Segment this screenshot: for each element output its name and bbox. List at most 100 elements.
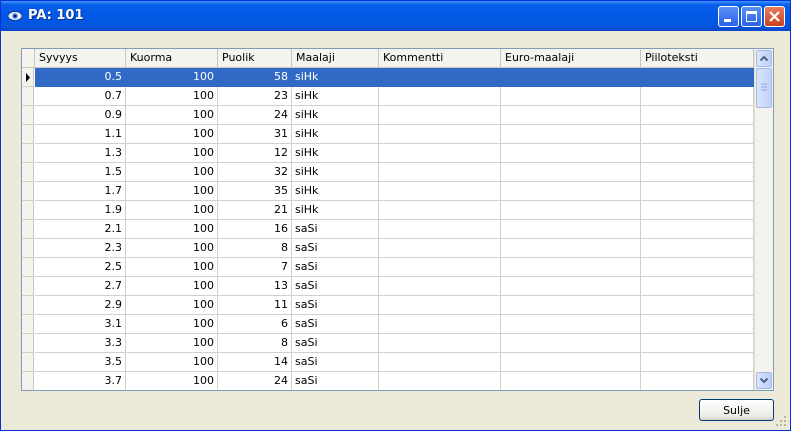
cell-maalaji[interactable]: saSi: [292, 277, 379, 296]
cell-kommentti[interactable]: [379, 277, 501, 296]
row-header[interactable]: [22, 334, 34, 353]
cell-euro-maalaji[interactable]: [501, 68, 641, 87]
cell-kuorma[interactable]: 100: [126, 258, 218, 277]
cell-kuorma[interactable]: 100: [126, 125, 218, 144]
cell-piiloteksti[interactable]: [641, 87, 754, 106]
row-header[interactable]: [22, 68, 34, 87]
column-header-syvyys[interactable]: Syvyys: [35, 49, 126, 67]
cell-kuorma[interactable]: 100: [126, 87, 218, 106]
cell-piiloteksti[interactable]: [641, 296, 754, 315]
cell-maalaji[interactable]: saSi: [292, 315, 379, 334]
cell-maalaji[interactable]: siHk: [292, 106, 379, 125]
cell-kommentti[interactable]: [379, 87, 501, 106]
cell-kommentti[interactable]: [379, 372, 501, 390]
cell-puolik[interactable]: 23: [218, 87, 292, 106]
cell-puolik[interactable]: 35: [218, 182, 292, 201]
cell-kuorma[interactable]: 100: [126, 296, 218, 315]
cell-maalaji[interactable]: saSi: [292, 296, 379, 315]
cell-maalaji[interactable]: saSi: [292, 334, 379, 353]
cell-puolik[interactable]: 12: [218, 144, 292, 163]
table-row[interactable]: 2.1 100 16 saSi: [22, 220, 754, 239]
cell-piiloteksti[interactable]: [641, 125, 754, 144]
cell-kuorma[interactable]: 100: [126, 68, 218, 87]
cell-euro-maalaji[interactable]: [501, 182, 641, 201]
cell-maalaji[interactable]: siHk: [292, 201, 379, 220]
cell-syvyys[interactable]: 3.3: [35, 334, 126, 353]
cell-syvyys[interactable]: 1.9: [35, 201, 126, 220]
row-header[interactable]: [22, 277, 34, 296]
scroll-thumb[interactable]: [756, 68, 772, 108]
data-grid[interactable]: Syvyys Kuorma Puolik Maalaji Kommentti E…: [21, 48, 774, 391]
cell-piiloteksti[interactable]: [641, 220, 754, 239]
table-row[interactable]: 3.3 100 8 saSi: [22, 334, 754, 353]
cell-kommentti[interactable]: [379, 334, 501, 353]
minimize-button[interactable]: [718, 6, 739, 27]
cell-maalaji[interactable]: saSi: [292, 258, 379, 277]
cell-euro-maalaji[interactable]: [501, 106, 641, 125]
cell-maalaji[interactable]: siHk: [292, 182, 379, 201]
eye-icon[interactable]: [7, 9, 23, 23]
row-header[interactable]: [22, 315, 34, 334]
close-window-button[interactable]: [764, 6, 785, 27]
cell-euro-maalaji[interactable]: [501, 125, 641, 144]
cell-kommentti[interactable]: [379, 220, 501, 239]
cell-puolik[interactable]: 24: [218, 372, 292, 390]
cell-syvyys[interactable]: 2.9: [35, 296, 126, 315]
cell-puolik[interactable]: 16: [218, 220, 292, 239]
row-header[interactable]: [22, 258, 34, 277]
vertical-scrollbar[interactable]: [754, 49, 773, 390]
cell-puolik[interactable]: 13: [218, 277, 292, 296]
table-row[interactable]: 0.7 100 23 siHk: [22, 87, 754, 106]
cell-euro-maalaji[interactable]: [501, 353, 641, 372]
cell-euro-maalaji[interactable]: [501, 277, 641, 296]
cell-kuorma[interactable]: 100: [126, 315, 218, 334]
cell-euro-maalaji[interactable]: [501, 315, 641, 334]
table-row[interactable]: 1.1 100 31 siHk: [22, 125, 754, 144]
cell-maalaji[interactable]: saSi: [292, 372, 379, 390]
cell-piiloteksti[interactable]: [641, 182, 754, 201]
cell-kommentti[interactable]: [379, 106, 501, 125]
cell-piiloteksti[interactable]: [641, 201, 754, 220]
cell-piiloteksti[interactable]: [641, 144, 754, 163]
resize-grip-icon[interactable]: [775, 415, 787, 427]
cell-piiloteksti[interactable]: [641, 353, 754, 372]
cell-kuorma[interactable]: 100: [126, 182, 218, 201]
maximize-button[interactable]: [741, 6, 762, 27]
cell-puolik[interactable]: 31: [218, 125, 292, 144]
row-header[interactable]: [22, 144, 34, 163]
column-header-kommentti[interactable]: Kommentti: [379, 49, 501, 67]
cell-syvyys[interactable]: 2.7: [35, 277, 126, 296]
cell-kommentti[interactable]: [379, 163, 501, 182]
cell-kommentti[interactable]: [379, 296, 501, 315]
cell-syvyys[interactable]: 0.9: [35, 106, 126, 125]
cell-kuorma[interactable]: 100: [126, 277, 218, 296]
table-row[interactable]: 2.7 100 13 saSi: [22, 277, 754, 296]
cell-kuorma[interactable]: 100: [126, 372, 218, 390]
table-row[interactable]: 3.5 100 14 saSi: [22, 353, 754, 372]
cell-puolik[interactable]: 32: [218, 163, 292, 182]
cell-piiloteksti[interactable]: [641, 163, 754, 182]
row-header[interactable]: [22, 353, 34, 372]
cell-syvyys[interactable]: 1.7: [35, 182, 126, 201]
cell-piiloteksti[interactable]: [641, 315, 754, 334]
scroll-down-button[interactable]: [756, 372, 772, 389]
cell-kuorma[interactable]: 100: [126, 106, 218, 125]
cell-syvyys[interactable]: 1.3: [35, 144, 126, 163]
table-row[interactable]: 1.5 100 32 siHk: [22, 163, 754, 182]
cell-kommentti[interactable]: [379, 125, 501, 144]
cell-maalaji[interactable]: siHk: [292, 68, 379, 87]
cell-syvyys[interactable]: 2.1: [35, 220, 126, 239]
cell-syvyys[interactable]: 2.5: [35, 258, 126, 277]
row-header[interactable]: [22, 163, 34, 182]
title-bar[interactable]: PA: 101: [1, 1, 790, 31]
cell-kuorma[interactable]: 100: [126, 220, 218, 239]
table-row[interactable]: 2.9 100 11 saSi: [22, 296, 754, 315]
cell-puolik[interactable]: 6: [218, 315, 292, 334]
cell-kommentti[interactable]: [379, 353, 501, 372]
cell-puolik[interactable]: 7: [218, 258, 292, 277]
cell-piiloteksti[interactable]: [641, 372, 754, 390]
cell-euro-maalaji[interactable]: [501, 239, 641, 258]
row-header[interactable]: [22, 182, 34, 201]
cell-kommentti[interactable]: [379, 201, 501, 220]
cell-puolik[interactable]: 8: [218, 239, 292, 258]
